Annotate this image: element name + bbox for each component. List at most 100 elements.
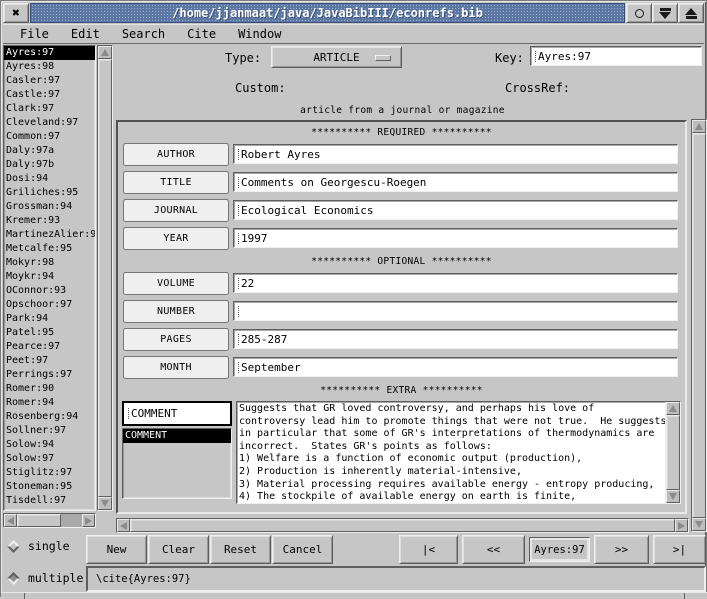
field-label-button[interactable]: YEAR [123, 227, 229, 250]
field-input[interactable]: 1997 [233, 228, 678, 248]
reference-list-item[interactable]: Romer:90 [4, 382, 95, 396]
menu-item[interactable]: Edit [60, 25, 111, 43]
field-label-button[interactable]: VOLUME [123, 272, 229, 295]
reference-list-item[interactable]: Castle:97 [4, 88, 95, 102]
reference-list-item[interactable]: Clark:97 [4, 102, 95, 116]
reference-list-item[interactable]: Mokyr:98 [4, 256, 95, 270]
field-input[interactable]: 22 [233, 273, 678, 293]
reference-list-item[interactable]: Daly:97a [4, 144, 95, 158]
scrollbar-thumb[interactable] [17, 514, 61, 527]
nav-current-key-field[interactable]: Ayres:97 [529, 537, 590, 562]
reference-list-item[interactable]: Sollner:97 [4, 424, 95, 438]
maximize-button[interactable] [678, 3, 704, 23]
reference-list-item[interactable]: Moykr:94 [4, 270, 95, 284]
reference-list-item[interactable]: Romer:94 [4, 396, 95, 410]
extra-field-name-input[interactable]: COMMENT [122, 401, 232, 426]
reset-button[interactable]: Reset [210, 535, 271, 564]
scroll-up-button[interactable] [692, 120, 706, 133]
menu-item[interactable]: Window [227, 25, 292, 43]
scroll-down-button[interactable] [692, 518, 706, 531]
field-input[interactable]: Robert Ayres [233, 144, 678, 164]
field-label-button[interactable]: MONTH [123, 356, 229, 379]
field-label-button[interactable]: PAGES [123, 328, 229, 351]
scrollbar-thumb[interactable] [692, 133, 706, 518]
scroll-down-button[interactable] [666, 490, 680, 503]
extra-field-list-item[interactable]: COMMENT [123, 429, 231, 443]
nav-last-button[interactable]: >| [653, 535, 706, 564]
reference-list-item[interactable]: Park:94 [4, 312, 95, 326]
title-bar[interactable]: ✖ /home/jjanmaat/java/JavaBibIII/econref… [3, 3, 704, 23]
field-input[interactable]: Ecological Economics [233, 200, 678, 220]
scrollbar-thumb[interactable] [666, 415, 680, 490]
nav-first-button[interactable]: |< [399, 535, 458, 564]
reference-list-item[interactable]: Common:97 [4, 130, 95, 144]
reference-list-item[interactable]: Solow:97 [4, 452, 95, 466]
window-resize-bar[interactable] [1, 592, 707, 598]
reference-list-item[interactable]: Ayres:97 [4, 46, 95, 60]
reference-key-list[interactable]: Ayres:97Ayres:98Casler:97Castle:97Clark:… [3, 45, 96, 511]
sidebar-horizontal-scrollbar[interactable] [3, 513, 96, 528]
reference-list-item[interactable]: OConnor:93 [4, 284, 95, 298]
field-input[interactable]: September [233, 357, 678, 377]
reference-list-item[interactable]: Opschoor:97 [4, 298, 95, 312]
extra-field-list[interactable]: COMMENT [122, 428, 232, 499]
close-button[interactable]: ✖ [3, 3, 29, 23]
scroll-right-button[interactable] [82, 514, 95, 527]
cite-command-field[interactable]: \cite{Ayres:97} [86, 566, 706, 592]
comment-text[interactable]: Suggests that GR loved controversy, and … [237, 402, 665, 503]
reference-list-item[interactable]: Tisdell:97 [4, 494, 95, 508]
key-input[interactable]: Ayres:97 [530, 46, 702, 66]
reference-list-item[interactable]: Dosi:94 [4, 172, 95, 186]
reference-list-item[interactable]: Metcalfe:95 [4, 242, 95, 256]
reference-list-item[interactable]: MartinezAlier:97 [4, 228, 95, 242]
type-dropdown[interactable]: ARTICLE [271, 46, 402, 68]
reference-list-item[interactable]: Pearce:97 [4, 340, 95, 354]
menu-item[interactable]: Cite [176, 25, 227, 43]
comment-textarea[interactable]: Suggests that GR loved controversy, and … [236, 401, 681, 504]
iconify-button[interactable] [652, 3, 678, 23]
field-label-button[interactable]: AUTHOR [123, 143, 229, 166]
scroll-left-button[interactable] [117, 519, 130, 532]
scroll-down-button[interactable] [98, 497, 112, 510]
form-vertical-scrollbar[interactable] [691, 119, 707, 532]
reference-list-item[interactable]: Ayres:98 [4, 60, 95, 74]
scrollbar-trough[interactable] [61, 514, 82, 527]
field-label-button[interactable]: TITLE [123, 171, 229, 194]
reference-list-item[interactable]: Perrings:97 [4, 368, 95, 382]
menu-item[interactable]: Search [111, 25, 176, 43]
reference-list-item[interactable]: Kremer:93 [4, 214, 95, 228]
scroll-up-button[interactable] [98, 46, 112, 59]
cite-mode-multiple-radio[interactable]: multiple [9, 571, 83, 585]
nav-previous-button[interactable]: << [462, 535, 525, 564]
scroll-left-button[interactable] [4, 514, 17, 527]
scroll-up-button[interactable] [666, 402, 680, 415]
reference-list-item[interactable]: Cleveland:97 [4, 116, 95, 130]
sidebar-vertical-scrollbar[interactable] [97, 45, 113, 511]
scrollbar-thumb[interactable] [130, 519, 675, 532]
form-horizontal-scrollbar[interactable] [116, 518, 689, 533]
field-input[interactable]: Comments on Georgescu-Roegen [233, 172, 678, 192]
scrollbar-thumb[interactable] [98, 59, 112, 497]
reference-list-item[interactable]: Daly:97b [4, 158, 95, 172]
field-input[interactable]: 285-287 [233, 329, 678, 349]
nav-next-button[interactable]: >> [594, 535, 649, 564]
cite-mode-single-radio[interactable]: single [9, 539, 70, 553]
reference-list-item[interactable]: Solow:94 [4, 438, 95, 452]
field-label-button[interactable]: JOURNAL [123, 199, 229, 222]
reference-list-item[interactable]: Griliches:95 [4, 186, 95, 200]
reference-list-item[interactable]: Peet:97 [4, 354, 95, 368]
field-label-button[interactable]: NUMBER [123, 300, 229, 323]
reference-list-item[interactable]: Grossman:94 [4, 200, 95, 214]
shade-button[interactable] [626, 3, 652, 23]
menu-item[interactable]: File [9, 25, 60, 43]
reference-list-item[interactable]: Stoneman:95 [4, 480, 95, 494]
reference-list-item[interactable]: Stiglitz:97 [4, 466, 95, 480]
reference-list-item[interactable]: Casler:97 [4, 74, 95, 88]
clear-button[interactable]: Clear [148, 535, 209, 564]
new-button[interactable]: New [86, 535, 147, 564]
reference-list-item[interactable]: Rosenberg:94 [4, 410, 95, 424]
reference-list-item[interactable]: Patel:95 [4, 326, 95, 340]
field-input[interactable] [233, 301, 678, 321]
scroll-right-button[interactable] [675, 519, 688, 532]
cancel-button[interactable]: Cancel [272, 535, 333, 564]
